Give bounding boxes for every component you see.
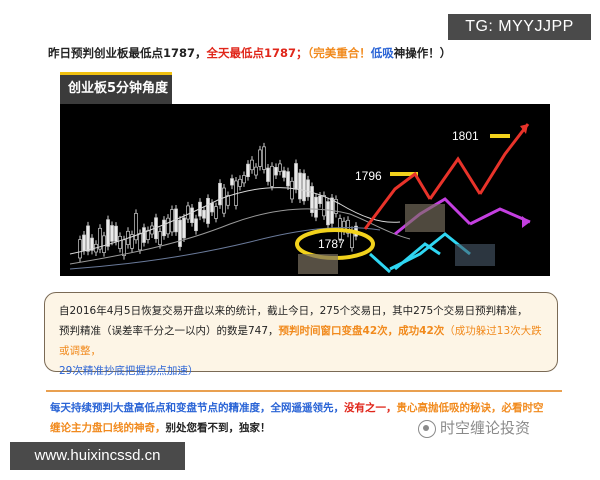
divider xyxy=(46,390,562,392)
candle-body xyxy=(102,235,106,253)
candle-body xyxy=(110,225,114,242)
candle-body xyxy=(106,219,110,247)
notice-text: 全网遥遥领先， xyxy=(270,402,345,414)
candle-body xyxy=(122,239,126,256)
stats-highlight: 预判时间窗口变盘42次，成功42次 xyxy=(278,325,445,337)
chart-panel: 1801 1796 1787 xyxy=(60,104,550,276)
label-1801: 1801 xyxy=(452,129,479,143)
candle-body xyxy=(178,219,182,247)
candle-body xyxy=(322,195,326,217)
chart-tab: 创业板5分钟角度 xyxy=(60,72,172,104)
candle-body xyxy=(238,178,242,187)
candle-body xyxy=(210,202,214,213)
brand-logo: 时空缠论投资 xyxy=(418,416,568,440)
logo-text: 时空缠论投资 xyxy=(440,419,531,437)
candle-body xyxy=(146,230,150,240)
candle-body xyxy=(166,217,170,235)
candle-body xyxy=(182,217,186,239)
wechat-icon xyxy=(418,419,436,438)
notice-text: 没有之一， xyxy=(344,402,397,414)
headline-end: 神操作！） xyxy=(393,46,452,60)
candle-body xyxy=(218,182,222,206)
stats-text: 自2016年4月5日恢复交易开盘以来的统计，截止今日，275个交易日，其中275… xyxy=(59,305,528,317)
candle-body xyxy=(254,166,258,176)
candlestick-chart: 1801 1796 1787 xyxy=(69,123,531,274)
candle-body xyxy=(98,227,102,250)
candle-body xyxy=(86,225,90,252)
candle-body xyxy=(242,175,246,184)
stats-note: 29次精准抄底把握拐点加速） xyxy=(59,365,199,377)
candle-body xyxy=(230,178,234,186)
site-url-tag: www.huixincssd.cn xyxy=(10,442,185,470)
headline: 昨日预判创业板最低点1787，全天最低点1787；（完美重合！低吸神操作！） xyxy=(48,44,568,62)
candles-group xyxy=(78,142,358,262)
blurred-region xyxy=(298,254,338,274)
candle-body xyxy=(186,205,190,220)
candle-body xyxy=(266,167,270,182)
label-1796: 1796 xyxy=(355,169,382,183)
candle-body xyxy=(78,239,82,259)
blurred-region xyxy=(405,204,445,232)
stats-card: 自2016年4月5日恢复交易开盘以来的统计，截止今日，275个交易日，其中275… xyxy=(44,292,558,377)
forecast-arrows-red xyxy=(363,123,530,230)
headline-part: 昨日预判创业板最低点1787， xyxy=(48,46,207,60)
chart-tab-strip xyxy=(172,72,550,104)
candle-body xyxy=(202,209,206,219)
candle-body xyxy=(138,233,142,251)
candle-body xyxy=(318,195,322,204)
candle-body xyxy=(158,231,162,246)
candle-body xyxy=(258,149,262,167)
candle-body xyxy=(206,197,210,224)
notice-text: 别处您看不到，独家！ xyxy=(165,422,271,434)
watermark-tag: TG: MYYJJPP xyxy=(448,14,591,40)
candle-body xyxy=(82,234,86,252)
candle-body xyxy=(298,172,302,200)
stats-text: 预判精准（误差率千分之一以内）的数是747， xyxy=(59,325,279,337)
candle-body xyxy=(286,171,290,187)
arrowhead xyxy=(522,216,530,228)
candle-body xyxy=(314,196,318,218)
candle-body xyxy=(306,179,310,198)
candle-body xyxy=(262,146,266,170)
candle-body xyxy=(326,201,330,226)
candle-body xyxy=(302,173,306,202)
candle-body xyxy=(214,206,218,219)
notice-text: 每天持续预判大盘高低点和变盘节点的精准度， xyxy=(50,402,271,414)
candle-body xyxy=(142,227,146,243)
candle-body xyxy=(290,180,294,200)
candle-body xyxy=(294,163,298,190)
blurred-region xyxy=(455,244,495,266)
candle-body xyxy=(270,165,274,187)
candle-body xyxy=(274,166,278,176)
label-1787: 1787 xyxy=(318,237,345,251)
candle-body xyxy=(190,207,194,223)
candle-body xyxy=(114,225,118,242)
headline-keyword: 低吸 xyxy=(370,46,394,60)
candle-body xyxy=(162,219,166,237)
candle-body xyxy=(194,218,198,232)
candle-body xyxy=(246,163,250,178)
candle-body xyxy=(222,187,226,214)
candle-body xyxy=(250,159,254,171)
headline-highlight: 全天最低点1787； xyxy=(206,46,308,60)
candle-body xyxy=(278,163,282,172)
candle-body xyxy=(118,235,122,249)
candle-body xyxy=(282,170,286,178)
level-1801-marker xyxy=(490,134,510,138)
headline-note: （完美重合！ xyxy=(307,46,371,60)
